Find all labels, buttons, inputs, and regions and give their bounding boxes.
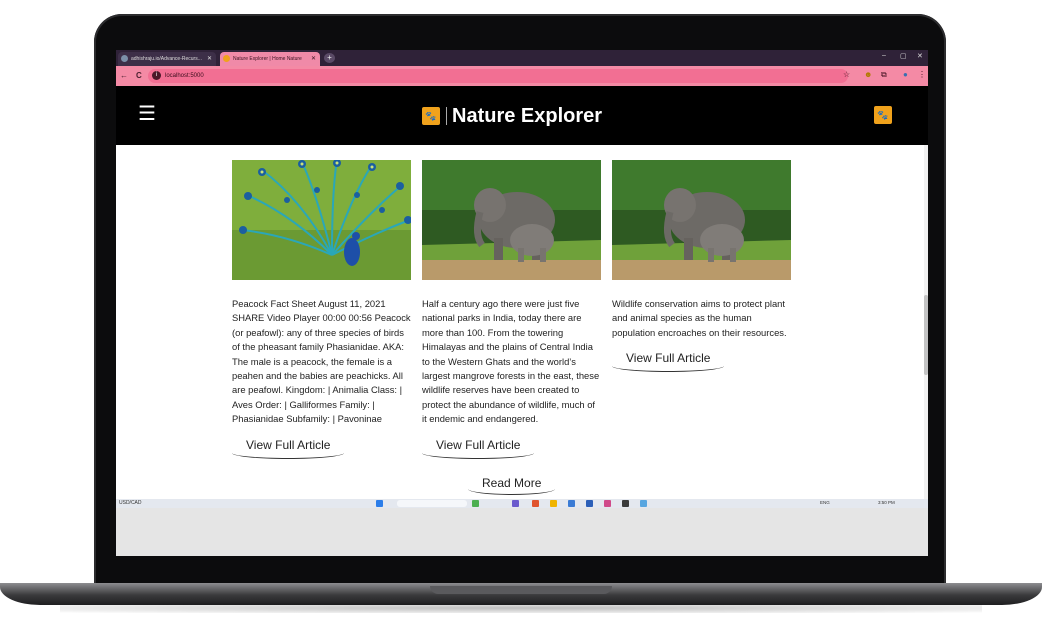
screen-bottom-area xyxy=(116,508,928,556)
view-full-article-button[interactable]: View Full Article xyxy=(612,351,725,373)
hamburger-menu-icon[interactable]: ☰ xyxy=(138,103,156,125)
article-card: Peacock Fact Sheet August 11, 2021 SHARE… xyxy=(232,160,411,459)
store-icon[interactable] xyxy=(640,500,647,507)
menu-dots-icon[interactable]: ⋮ xyxy=(918,70,926,79)
app-icon[interactable] xyxy=(604,500,611,507)
tab-title: Nature Explorer | Home Nature xyxy=(233,56,302,62)
article-excerpt: Peacock Fact Sheet August 11, 2021 SHARE… xyxy=(232,298,411,425)
star-icon[interactable]: ☆ xyxy=(843,70,850,79)
laptop-shadow xyxy=(60,603,982,613)
laptop-screen: adhishraju.io/Advance-Recurs... ✕ Nature… xyxy=(116,50,928,556)
new-tab-button[interactable]: + xyxy=(324,53,335,63)
profile-icon[interactable]: ● xyxy=(903,70,908,79)
terminal-icon[interactable] xyxy=(622,500,629,507)
scrollbar-thumb[interactable] xyxy=(924,295,928,375)
windows-start-icon[interactable] xyxy=(376,500,383,507)
browser-tab-bar: adhishraju.io/Advance-Recurs... ✕ Nature… xyxy=(116,50,928,66)
edge-icon[interactable] xyxy=(568,500,575,507)
site-brand[interactable]: 🐾 Nature Explorer xyxy=(422,103,602,129)
web-page: ☰ 🐾 Nature Explorer 🐾 Peacock Fact Sheet… xyxy=(116,86,928,499)
browser-address-bar: ← C i localhost:5000 ☆ ☻ ⧉ ● ⋮ xyxy=(116,66,928,86)
user-logo-icon[interactable]: 🐾 xyxy=(874,106,892,124)
article-excerpt: Wildlife conservation aims to protect pl… xyxy=(612,298,787,338)
language-indicator[interactable]: ENG xyxy=(820,500,830,505)
minimize-button[interactable]: – xyxy=(882,52,886,59)
site-info-icon[interactable]: i xyxy=(152,71,161,80)
vscode-icon[interactable] xyxy=(586,500,593,507)
url-text: localhost:5000 xyxy=(165,73,204,79)
article-card: Wildlife conservation aims to protect pl… xyxy=(612,160,791,373)
extensions-icon[interactable]: ⧉ xyxy=(881,70,887,80)
smiley-icon[interactable]: ☻ xyxy=(864,70,872,79)
explorer-icon[interactable] xyxy=(550,500,557,507)
tab-favicon-icon xyxy=(121,55,128,62)
close-window-button[interactable]: ✕ xyxy=(917,52,923,60)
brand-name: Nature Explorer xyxy=(452,104,603,127)
taskbar-search-input[interactable] xyxy=(397,500,467,507)
tab-title: adhishraju.io/Advance-Recurs... xyxy=(131,56,202,62)
maximize-button[interactable]: ▢ xyxy=(900,52,907,60)
widgets-icon[interactable] xyxy=(472,500,479,507)
laptop-hinge-notch xyxy=(430,586,612,594)
peacock-image xyxy=(232,160,411,280)
tab-close-icon[interactable]: ✕ xyxy=(207,52,212,66)
reload-button[interactable]: C xyxy=(136,71,142,80)
elephants-image xyxy=(612,160,791,280)
site-navbar: ☰ 🐾 Nature Explorer 🐾 xyxy=(116,86,928,145)
chrome-icon[interactable] xyxy=(532,500,539,507)
elephants-image xyxy=(422,160,601,280)
clock-time[interactable]: 3:50 PM xyxy=(878,500,895,505)
article-excerpt: Half a century ago there were just five … xyxy=(422,298,600,425)
tab-close-icon[interactable]: ✕ xyxy=(311,52,316,66)
read-more-button[interactable]: Read More xyxy=(468,476,556,495)
url-input[interactable]: i localhost:5000 xyxy=(148,69,848,83)
taskbar-widget-text[interactable]: USD/CAD xyxy=(119,500,142,506)
page-scrollbar[interactable] xyxy=(924,145,928,499)
teams-icon[interactable] xyxy=(512,500,519,507)
browser-tab-2-active[interactable]: Nature Explorer | Home Nature ✕ xyxy=(220,52,320,66)
brand-divider xyxy=(446,107,447,125)
back-button[interactable]: ← xyxy=(120,71,128,80)
article-card: Half a century ago there were just five … xyxy=(422,160,601,459)
tab-favicon-icon xyxy=(223,55,230,62)
view-full-article-button[interactable]: View Full Article xyxy=(232,438,345,459)
browser-tab-1[interactable]: adhishraju.io/Advance-Recurs... ✕ xyxy=(118,52,216,66)
os-taskbar: USD/CAD ENG 3:50 PM xyxy=(116,499,928,508)
view-full-article-button[interactable]: View Full Article xyxy=(422,438,535,459)
paw-logo-icon: 🐾 xyxy=(422,107,440,125)
